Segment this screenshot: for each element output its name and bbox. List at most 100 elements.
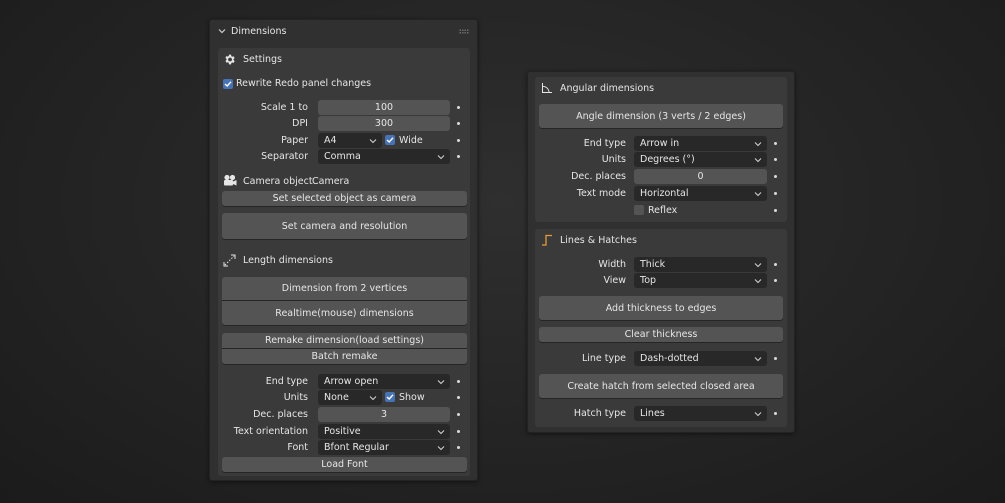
caret-down-icon — [754, 356, 762, 361]
font-dropdown[interactable]: Bfont Regular — [318, 440, 450, 455]
caret-down-icon — [754, 411, 762, 416]
camera-object-label: Camera object — [243, 176, 313, 187]
line-type-label: Line type — [581, 353, 626, 364]
batch-remake-button[interactable]: Batch remake — [222, 349, 467, 364]
camera-object-value: Camera — [312, 176, 350, 187]
decorate-dot-icon[interactable] — [457, 430, 460, 433]
camera-icon — [224, 174, 237, 186]
set-selected-camera-button[interactable]: Set selected object as camera — [222, 191, 467, 206]
text-orientation-value: Positive — [324, 426, 361, 437]
decorate-dot-icon[interactable] — [457, 139, 460, 142]
wide-checkbox[interactable] — [385, 135, 395, 145]
paper-value: A4 — [324, 135, 337, 146]
angular-units-label: Units — [601, 154, 626, 165]
text-orientation-dropdown[interactable]: Positive — [318, 424, 450, 439]
caret-down-icon — [754, 278, 762, 283]
units-dropdown[interactable]: None — [318, 390, 382, 405]
angle-icon — [542, 83, 552, 93]
decorate-dot-icon[interactable] — [457, 122, 460, 125]
font-label: Font — [287, 442, 308, 453]
dec-places-field[interactable]: 3 — [318, 407, 450, 422]
angular-units-dropdown[interactable]: Degrees (°) — [634, 152, 767, 167]
caret-down-icon — [754, 191, 762, 196]
dimensions-panel-header[interactable]: Dimensions — [210, 20, 477, 42]
create-hatch-button[interactable]: Create hatch from selected closed area — [539, 374, 783, 398]
scale-label: Scale 1 to — [260, 102, 308, 113]
length-icon — [223, 254, 236, 267]
end-type-label: End type — [265, 376, 308, 387]
remake-dimension-button[interactable]: Remake dimension(load settings) — [222, 333, 467, 348]
decorate-dot-icon[interactable] — [774, 412, 777, 415]
paper-label: Paper — [281, 135, 308, 146]
view-label: View — [603, 275, 626, 286]
clear-thickness-button[interactable]: Clear thickness — [539, 327, 783, 342]
decorate-dot-icon[interactable] — [774, 192, 777, 195]
angular-end-type-dropdown[interactable]: Arrow in — [634, 136, 767, 151]
chevron-down-icon — [218, 29, 226, 34]
decorate-dot-icon[interactable] — [457, 446, 460, 449]
units-label: Units — [283, 392, 308, 403]
decorate-dot-icon[interactable] — [774, 142, 777, 145]
hatch-type-label: Hatch type — [573, 408, 626, 419]
caret-down-icon — [437, 429, 445, 434]
dec-places-label: Dec. places — [253, 409, 308, 420]
decorate-dot-icon[interactable] — [774, 357, 777, 360]
caret-down-icon — [437, 154, 445, 159]
rewrite-redo-checkbox[interactable] — [223, 79, 233, 89]
show-checkbox[interactable] — [385, 392, 395, 402]
drag-grip-icon[interactable] — [459, 29, 469, 34]
caret-down-icon — [369, 395, 377, 400]
width-label: Width — [598, 259, 626, 270]
decorate-dot-icon[interactable] — [457, 396, 460, 399]
panel-title: Dimensions — [231, 25, 287, 37]
decorate-dot-icon[interactable] — [774, 158, 777, 161]
reflex-checkbox[interactable] — [634, 205, 644, 215]
decorate-dot-icon[interactable] — [457, 106, 460, 109]
lines-hatches-subpanel: Lines & Hatches Width Thick View Top Add… — [535, 229, 787, 427]
decorate-dot-icon[interactable] — [457, 155, 460, 158]
decorate-dot-icon[interactable] — [457, 413, 460, 416]
line-type-dropdown[interactable]: Dash-dotted — [634, 351, 767, 366]
width-value: Thick — [640, 259, 666, 270]
end-type-dropdown[interactable]: Arrow open — [318, 374, 450, 389]
hatch-type-dropdown[interactable]: Lines — [634, 406, 767, 421]
decorate-dot-icon[interactable] — [774, 279, 777, 282]
decorate-dot-icon[interactable] — [774, 175, 777, 178]
hatch-type-value: Lines — [640, 408, 665, 419]
end-type-value: Arrow open — [324, 376, 379, 387]
rewrite-redo-label[interactable]: Rewrite Redo panel changes — [236, 78, 371, 89]
wide-label[interactable]: Wide — [399, 135, 423, 146]
angular-lines-panel: Angular dimensions Angle dimension (3 ve… — [527, 71, 795, 433]
realtime-dimensions-button[interactable]: Realtime(mouse) dimensions — [222, 301, 467, 325]
line-type-value: Dash-dotted — [640, 353, 699, 364]
dimensions-panel: Dimensions Settings Rewrite Redo panel c… — [209, 19, 478, 481]
angular-end-type-label: End type — [583, 138, 626, 149]
dimension-2-vertices-button[interactable]: Dimension from 2 vertices — [222, 277, 467, 300]
dpi-field[interactable]: 300 — [318, 116, 450, 131]
text-mode-label: Text mode — [576, 188, 626, 199]
view-dropdown[interactable]: Top — [634, 273, 767, 288]
angular-dimensions-header: Angular dimensions — [560, 83, 655, 94]
gear-icon — [225, 54, 235, 65]
text-mode-value: Horizontal — [640, 188, 689, 199]
width-dropdown[interactable]: Thick — [634, 257, 767, 272]
decorate-dot-icon[interactable] — [457, 380, 460, 383]
scale-field[interactable]: 100 — [318, 100, 450, 115]
angle-dimension-button[interactable]: Angle dimension (3 verts / 2 edges) — [539, 104, 783, 128]
decorate-dot-icon[interactable] — [774, 263, 777, 266]
view-value: Top — [640, 275, 657, 286]
angular-end-type-value: Arrow in — [640, 138, 680, 149]
reflex-label[interactable]: Reflex — [648, 205, 677, 216]
load-font-button[interactable]: Load Font — [222, 457, 467, 472]
length-dimensions-header: Length dimensions — [243, 255, 333, 266]
text-mode-dropdown[interactable]: Horizontal — [634, 186, 767, 201]
angular-units-value: Degrees (°) — [640, 154, 695, 165]
show-label[interactable]: Show — [399, 392, 425, 403]
paper-dropdown[interactable]: A4 — [318, 133, 382, 148]
decorate-dot-icon[interactable] — [774, 209, 777, 212]
caret-down-icon — [437, 445, 445, 450]
add-thickness-button[interactable]: Add thickness to edges — [539, 296, 783, 320]
angular-dec-places-field[interactable]: 0 — [634, 169, 767, 184]
separator-dropdown[interactable]: Comma — [318, 149, 450, 164]
set-camera-resolution-button[interactable]: Set camera and resolution — [222, 213, 467, 239]
